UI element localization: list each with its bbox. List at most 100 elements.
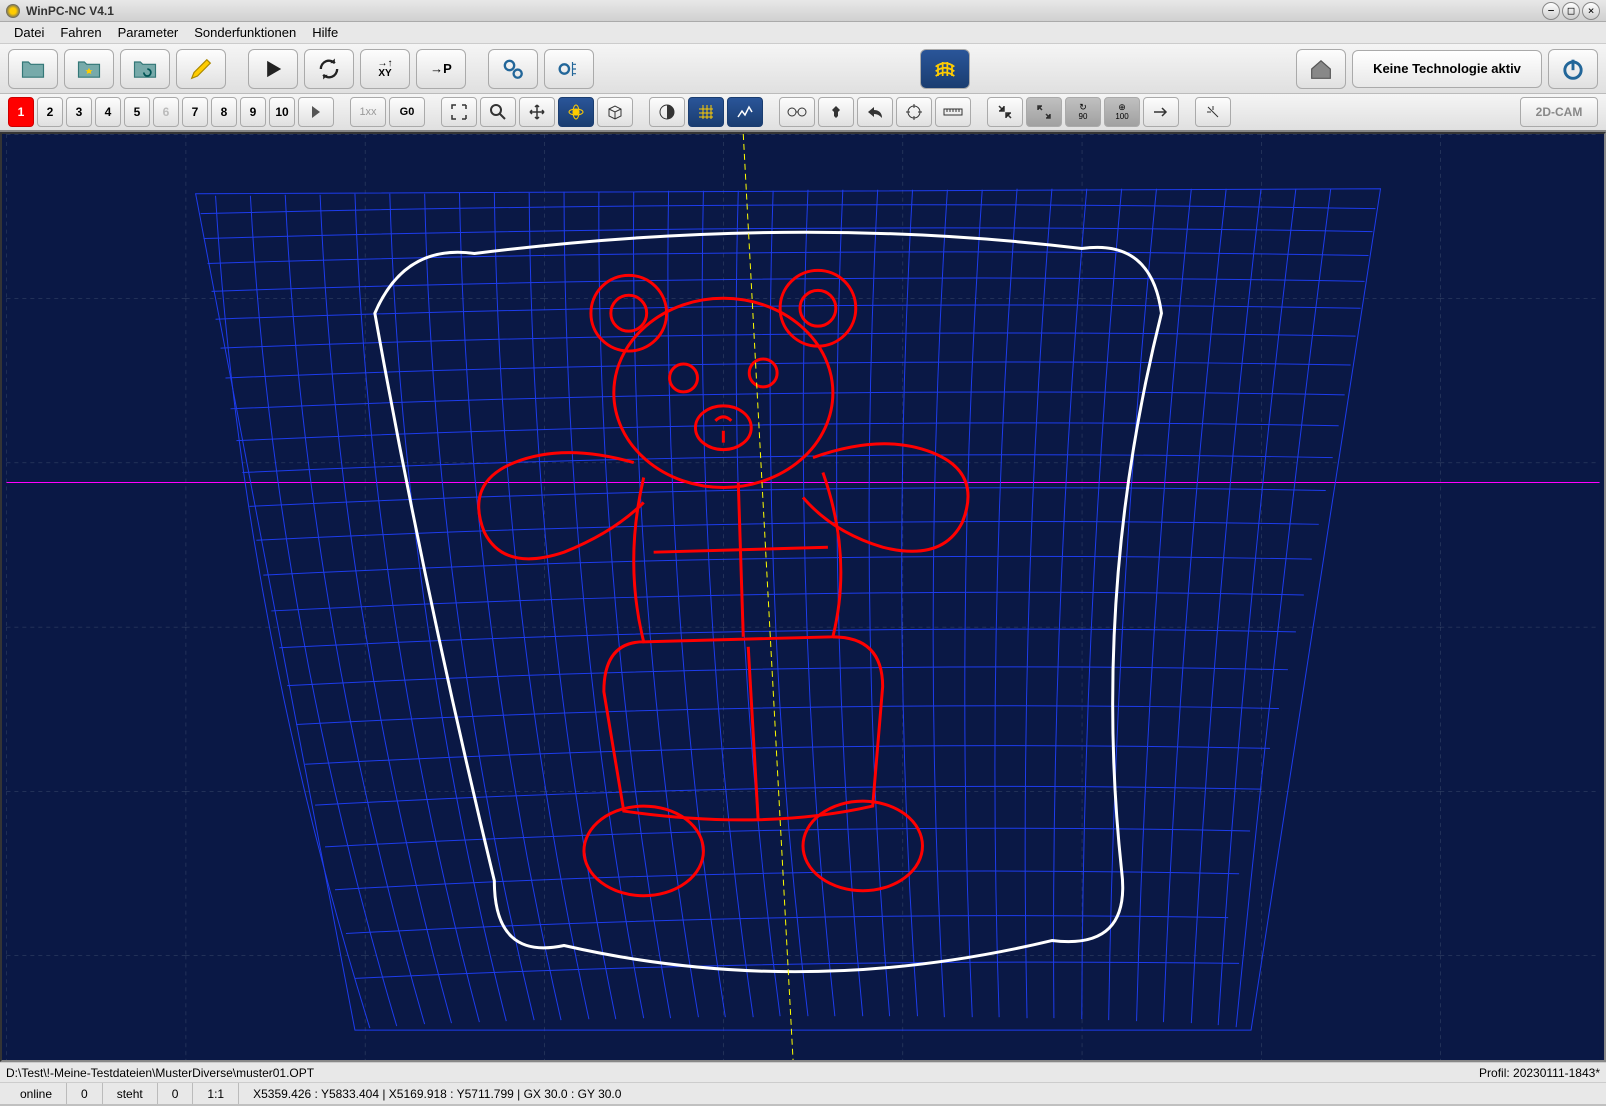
ruler-icon bbox=[943, 106, 963, 118]
center-button[interactable] bbox=[896, 97, 932, 127]
undo-button[interactable] bbox=[857, 97, 893, 127]
graph-icon bbox=[736, 103, 754, 121]
play-button[interactable] bbox=[248, 49, 298, 89]
surface-scan-button[interactable] bbox=[920, 49, 970, 89]
layer-6[interactable]: 6 bbox=[153, 97, 179, 127]
folder-icon bbox=[19, 55, 47, 83]
2d-cam-button[interactable]: 2D-CAM bbox=[1520, 97, 1598, 127]
layer-9[interactable]: 9 bbox=[240, 97, 266, 127]
rotate-100-icon: ⊕100 bbox=[1115, 103, 1128, 121]
tool-settings-button[interactable] bbox=[544, 49, 594, 89]
trim-button[interactable] bbox=[1195, 97, 1231, 127]
status-coords: X5359.426 : Y5833.404 | X5169.918 : Y571… bbox=[238, 1083, 1600, 1104]
line-numbers-button[interactable]: 1xx bbox=[350, 97, 386, 127]
move-icon bbox=[528, 103, 546, 121]
layer-2[interactable]: 2 bbox=[37, 97, 63, 127]
status-online: online bbox=[6, 1083, 66, 1104]
layer-10[interactable]: 10 bbox=[269, 97, 295, 127]
next-layer-button[interactable] bbox=[298, 97, 334, 127]
window-titlebar: WinPC-NC V4.1 − □ × bbox=[0, 0, 1606, 22]
status-ratio: 1:1 bbox=[192, 1083, 238, 1104]
canvas-svg bbox=[2, 134, 1604, 1060]
surface-icon bbox=[931, 55, 959, 83]
pencil-icon bbox=[187, 55, 215, 83]
profile-label: Profil: 20230111-1843* bbox=[1479, 1066, 1600, 1080]
grid-button[interactable] bbox=[688, 97, 724, 127]
goto-p-button[interactable]: →P bbox=[416, 49, 466, 89]
glasses-button[interactable] bbox=[779, 97, 815, 127]
house-icon bbox=[1307, 55, 1335, 83]
layer-3[interactable]: 3 bbox=[66, 97, 92, 127]
close-button[interactable]: × bbox=[1582, 2, 1600, 20]
view-toolbar: 1 2 3 4 5 6 7 8 9 10 1xx G0 ↻90 ⊕100 2D-… bbox=[0, 94, 1606, 132]
zoom-button[interactable] bbox=[480, 97, 516, 127]
goto-xy-button[interactable]: →↑XY bbox=[360, 49, 410, 89]
minimize-button[interactable]: − bbox=[1542, 2, 1560, 20]
fit-screen-button[interactable] bbox=[441, 97, 477, 127]
rotate-100-button[interactable]: ⊕100 bbox=[1104, 97, 1140, 127]
flip-button[interactable] bbox=[1143, 97, 1179, 127]
graph-button[interactable] bbox=[727, 97, 763, 127]
power-icon bbox=[1559, 55, 1587, 83]
menu-datei[interactable]: Datei bbox=[6, 23, 52, 42]
layer-8[interactable]: 8 bbox=[211, 97, 237, 127]
gear-ruler-icon bbox=[555, 55, 583, 83]
edit-button[interactable] bbox=[176, 49, 226, 89]
magnifier-icon bbox=[489, 103, 507, 121]
status-bar: online 0 steht 0 1:1 X5359.426 : Y5833.4… bbox=[0, 1082, 1606, 1104]
contrast-button[interactable] bbox=[649, 97, 685, 127]
cube-icon bbox=[606, 103, 624, 121]
home-button[interactable] bbox=[1296, 49, 1346, 89]
shrink-icon bbox=[997, 104, 1013, 120]
open-favorite-button[interactable] bbox=[64, 49, 114, 89]
status-steht: steht bbox=[102, 1083, 157, 1104]
menu-parameter[interactable]: Parameter bbox=[110, 23, 187, 42]
contrast-icon bbox=[658, 103, 676, 121]
menu-fahren[interactable]: Fahren bbox=[52, 23, 109, 42]
xy-icon: →↑XY bbox=[378, 59, 393, 79]
menu-sonderfunktionen[interactable]: Sonderfunktionen bbox=[186, 23, 304, 42]
measure-button[interactable] bbox=[935, 97, 971, 127]
fit-icon bbox=[450, 103, 468, 121]
layer-5[interactable]: 5 bbox=[124, 97, 150, 127]
flip-icon bbox=[1152, 105, 1170, 119]
expand-button[interactable] bbox=[1026, 97, 1062, 127]
viewport[interactable] bbox=[0, 132, 1606, 1062]
rotate-3d-button[interactable] bbox=[558, 97, 594, 127]
shrink-button[interactable] bbox=[987, 97, 1023, 127]
settings-button[interactable] bbox=[488, 49, 538, 89]
g0-button[interactable]: G0 bbox=[389, 97, 425, 127]
play-icon bbox=[259, 55, 287, 83]
maximize-button[interactable]: □ bbox=[1562, 2, 1580, 20]
power-button[interactable] bbox=[1548, 49, 1598, 89]
grid-icon bbox=[697, 103, 715, 121]
crosshair-icon bbox=[905, 103, 923, 121]
gears-icon bbox=[499, 55, 527, 83]
technology-status: Keine Technologie aktiv bbox=[1352, 50, 1542, 88]
p-icon: →P bbox=[430, 62, 452, 75]
rotate-90-button[interactable]: ↻90 bbox=[1065, 97, 1101, 127]
open-recent-button[interactable] bbox=[120, 49, 170, 89]
open-folder-button[interactable] bbox=[8, 49, 58, 89]
layer-7[interactable]: 7 bbox=[182, 97, 208, 127]
rotate-90-icon: ↻90 bbox=[1079, 103, 1088, 121]
pan-button[interactable] bbox=[519, 97, 555, 127]
file-path: D:\Test\!-Meine-Testdateien\MusterDivers… bbox=[6, 1066, 314, 1080]
folder-refresh-icon bbox=[131, 55, 159, 83]
orbit-icon bbox=[567, 103, 585, 121]
glasses-icon bbox=[787, 105, 807, 119]
status-v2: 0 bbox=[157, 1083, 193, 1104]
pin-icon bbox=[828, 104, 844, 120]
undo-icon bbox=[866, 105, 884, 119]
reload-button[interactable] bbox=[304, 49, 354, 89]
expand-icon bbox=[1036, 104, 1052, 120]
app-icon bbox=[6, 4, 20, 18]
wireframe-button[interactable] bbox=[597, 97, 633, 127]
pin-button[interactable] bbox=[818, 97, 854, 127]
arrow-right-icon bbox=[308, 104, 324, 120]
main-toolbar: →↑XY →P Keine Technologie aktiv bbox=[0, 44, 1606, 94]
menu-hilfe[interactable]: Hilfe bbox=[304, 23, 346, 42]
layer-1[interactable]: 1 bbox=[8, 97, 34, 127]
layer-4[interactable]: 4 bbox=[95, 97, 121, 127]
file-path-bar: D:\Test\!-Meine-Testdateien\MusterDivers… bbox=[0, 1062, 1606, 1082]
